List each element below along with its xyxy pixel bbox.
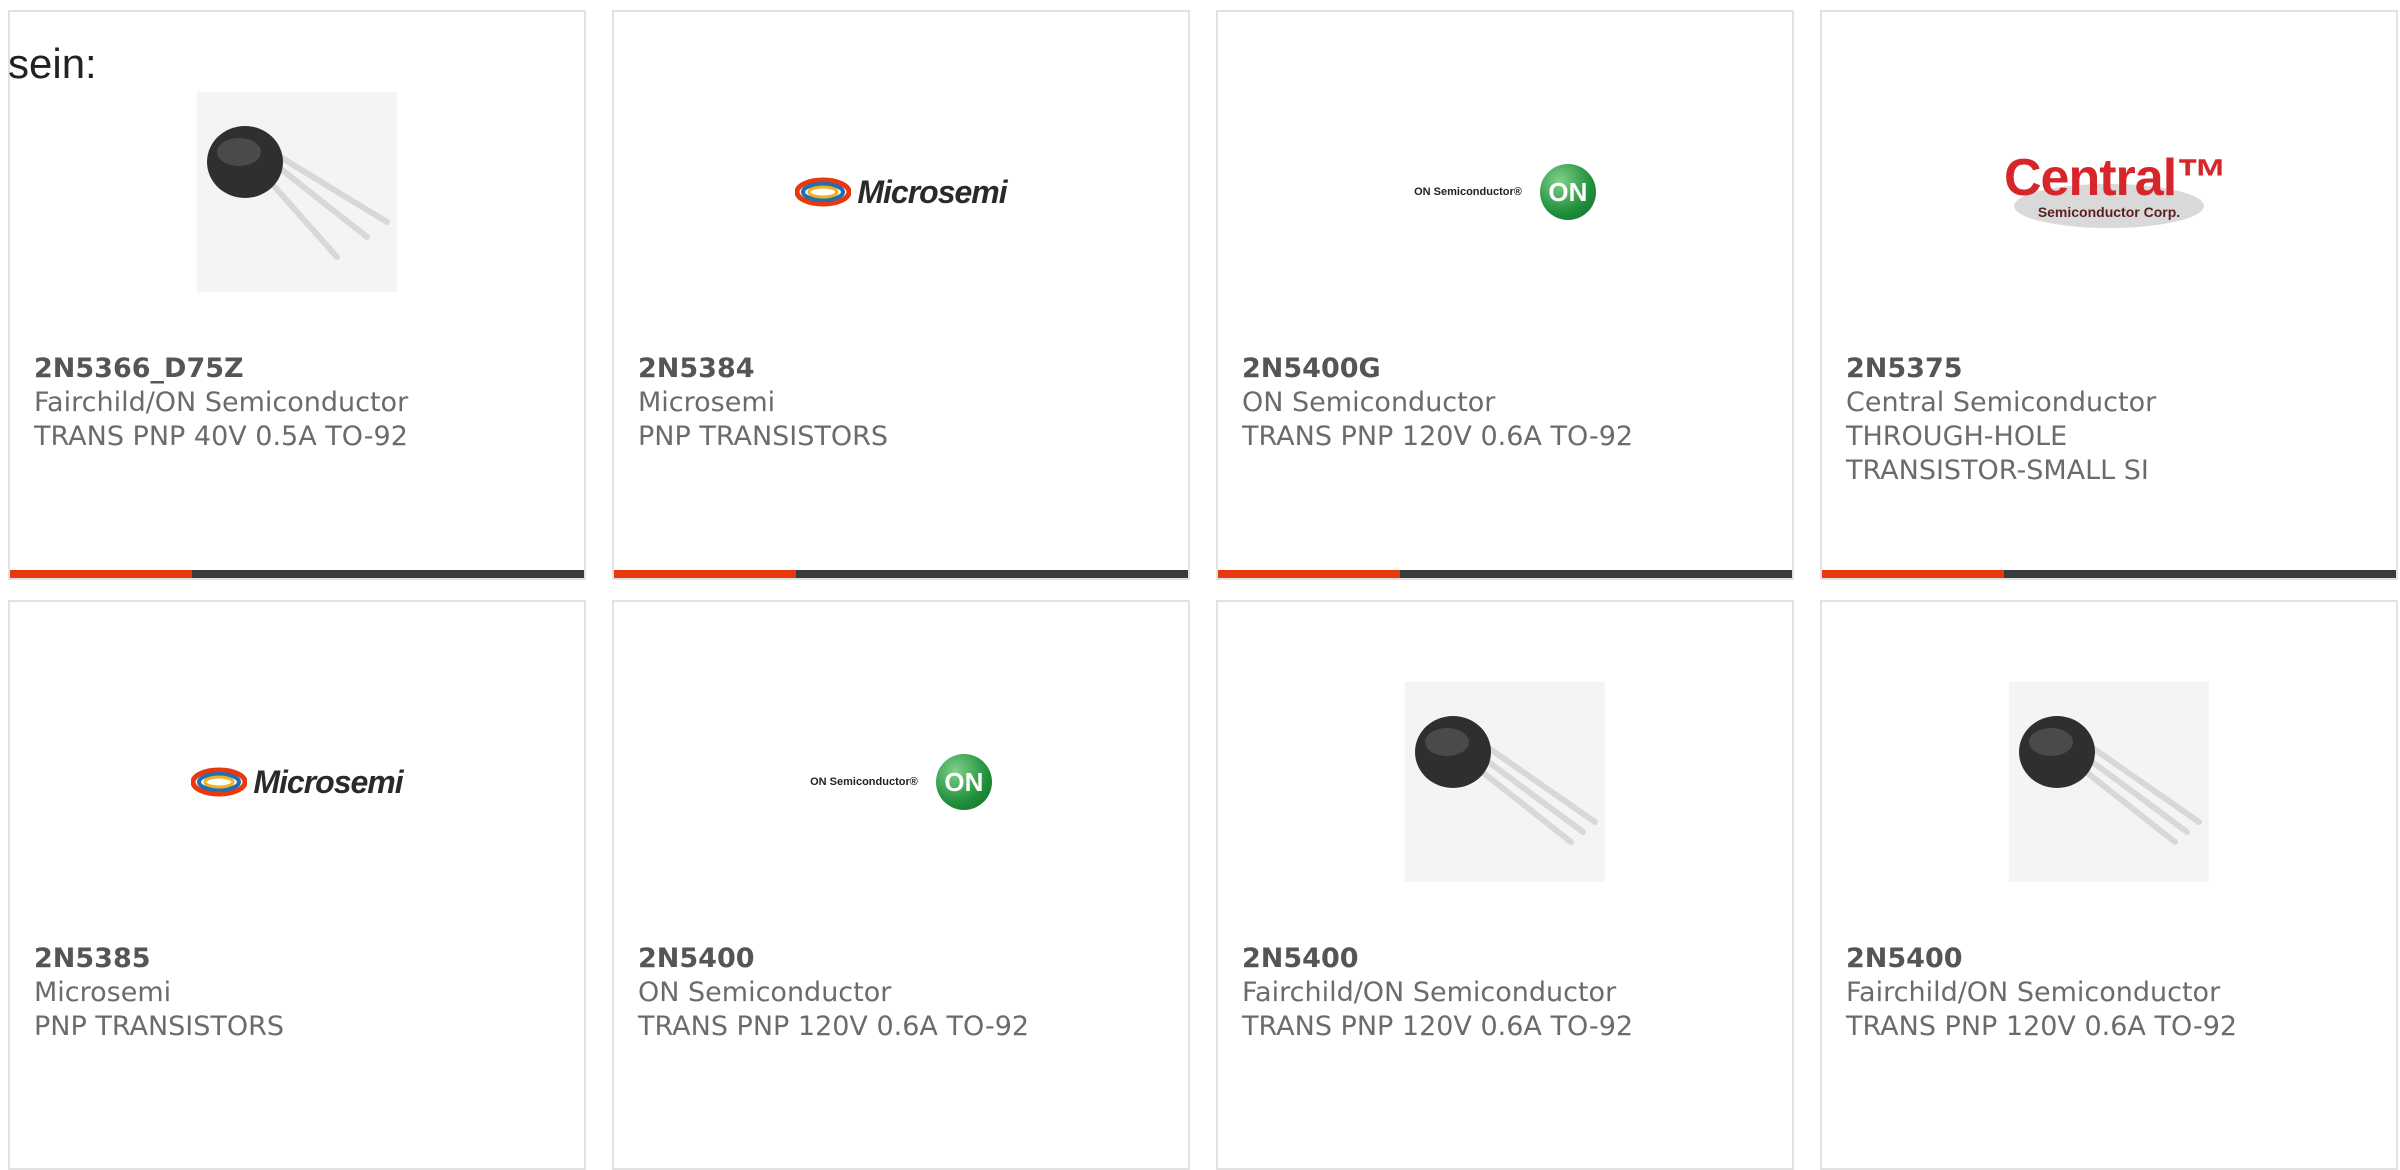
central-logo-subtext: Semiconductor Corp. bbox=[2037, 204, 2181, 220]
description: PNP TRANSISTORS bbox=[638, 421, 889, 452]
manufacturer: ON Semiconductor bbox=[1242, 387, 1496, 418]
manufacturer: Fairchild/ON Semiconductor bbox=[1242, 977, 1617, 1008]
part-number[interactable]: 2N5400 bbox=[1242, 942, 1712, 976]
card-bottom-bar bbox=[10, 570, 584, 578]
part-number[interactable]: 2N5366_D75Z bbox=[34, 352, 504, 386]
part-number[interactable]: 2N5400 bbox=[638, 942, 1108, 976]
transistor-photo-icon bbox=[197, 92, 397, 292]
card-accent-bar bbox=[10, 570, 192, 578]
product-grid: 2N5366_D75Z Fairchild/ON Semiconductor T… bbox=[0, 0, 2400, 1170]
card-bottom-bar bbox=[614, 570, 1188, 578]
product-card[interactable]: ON Semiconductor® ON 2N5400G ON Semicond… bbox=[1216, 10, 1794, 580]
product-card[interactable]: ON Semiconductor® ON 2N5400 ON Semicondu… bbox=[612, 600, 1190, 1170]
transistor-photo-icon bbox=[2009, 682, 2209, 882]
product-card[interactable]: 2N5366_D75Z Fairchild/ON Semiconductor T… bbox=[8, 10, 586, 580]
card-accent-bar bbox=[1822, 570, 2004, 578]
card-bottom-bar bbox=[1822, 570, 2396, 578]
product-image bbox=[10, 72, 584, 312]
product-image: ON Semiconductor® ON bbox=[614, 662, 1188, 902]
microsemi-logo-text: Microsemi bbox=[253, 763, 403, 800]
card-bottom-bar bbox=[1218, 570, 1792, 578]
product-image: ON Semiconductor® ON bbox=[1218, 72, 1792, 312]
description: PNP TRANSISTORS bbox=[34, 1011, 285, 1042]
part-number[interactable]: 2N5384 bbox=[638, 352, 1108, 386]
on-badge-icon: ON bbox=[935, 754, 992, 810]
description: TRANS PNP 120V 0.6A TO-92 bbox=[1242, 421, 1634, 452]
on-semiconductor-logo-icon: ON Semiconductor® ON bbox=[1414, 164, 1596, 220]
card-accent-bar bbox=[1218, 570, 1400, 578]
description: TRANS PNP 40V 0.5A TO-92 bbox=[34, 421, 408, 452]
product-card[interactable]: Central™ Semiconductor Corp. 2N5375 Cent… bbox=[1820, 10, 2398, 580]
description: TRANS PNP 120V 0.6A TO-92 bbox=[1242, 1011, 1634, 1042]
on-badge-icon: ON bbox=[1539, 164, 1596, 220]
product-image bbox=[1218, 662, 1792, 902]
microsemi-logo-text: Microsemi bbox=[857, 173, 1007, 210]
description: TRANS PNP 120V 0.6A TO-92 bbox=[638, 1011, 1030, 1042]
product-card[interactable]: Microsemi 2N5384 Microsemi PNP TRANSISTO… bbox=[612, 10, 1190, 580]
on-semiconductor-logo-icon: ON Semiconductor® ON bbox=[810, 754, 992, 810]
part-number[interactable]: 2N5385 bbox=[34, 942, 504, 976]
manufacturer: Central Semiconductor bbox=[1846, 387, 2157, 418]
product-image bbox=[1822, 662, 2396, 902]
product-card[interactable]: Microsemi 2N5385 Microsemi PNP TRANSISTO… bbox=[8, 600, 586, 1170]
manufacturer: Fairchild/ON Semiconductor bbox=[34, 387, 409, 418]
manufacturer: Microsemi bbox=[34, 977, 172, 1008]
central-semiconductor-logo-icon: Central™ Semiconductor Corp. bbox=[2004, 149, 2228, 232]
part-number[interactable]: 2N5375 bbox=[1846, 352, 2246, 386]
on-semiconductor-logo-text: ON Semiconductor® bbox=[1414, 186, 1522, 198]
central-logo-text: Central™ bbox=[2004, 149, 2228, 207]
card-accent-bar bbox=[614, 570, 796, 578]
on-semiconductor-logo-text: ON Semiconductor® bbox=[810, 776, 918, 788]
product-image: Central™ Semiconductor Corp. bbox=[1822, 72, 2396, 312]
product-image: Microsemi bbox=[614, 72, 1188, 312]
description: TRANS PNP 120V 0.6A TO-92 bbox=[1846, 1011, 2238, 1042]
intro-text: sein: bbox=[8, 40, 97, 87]
microsemi-logo-icon: Microsemi bbox=[795, 173, 1008, 211]
manufacturer: ON Semiconductor bbox=[638, 977, 892, 1008]
manufacturer: Microsemi bbox=[638, 387, 776, 418]
product-image: Microsemi bbox=[10, 662, 584, 902]
product-card[interactable]: 2N5400 Fairchild/ON Semiconductor TRANS … bbox=[1820, 600, 2398, 1170]
transistor-photo-icon bbox=[1405, 682, 1605, 882]
manufacturer: Fairchild/ON Semiconductor bbox=[1846, 977, 2221, 1008]
part-number[interactable]: 2N5400G bbox=[1242, 352, 1712, 386]
part-number[interactable]: 2N5400 bbox=[1846, 942, 2316, 976]
microsemi-logo-icon: Microsemi bbox=[191, 763, 404, 801]
description: THROUGH-HOLE TRANSISTOR-SMALL SI bbox=[1846, 421, 2149, 486]
product-card[interactable]: 2N5400 Fairchild/ON Semiconductor TRANS … bbox=[1216, 600, 1794, 1170]
